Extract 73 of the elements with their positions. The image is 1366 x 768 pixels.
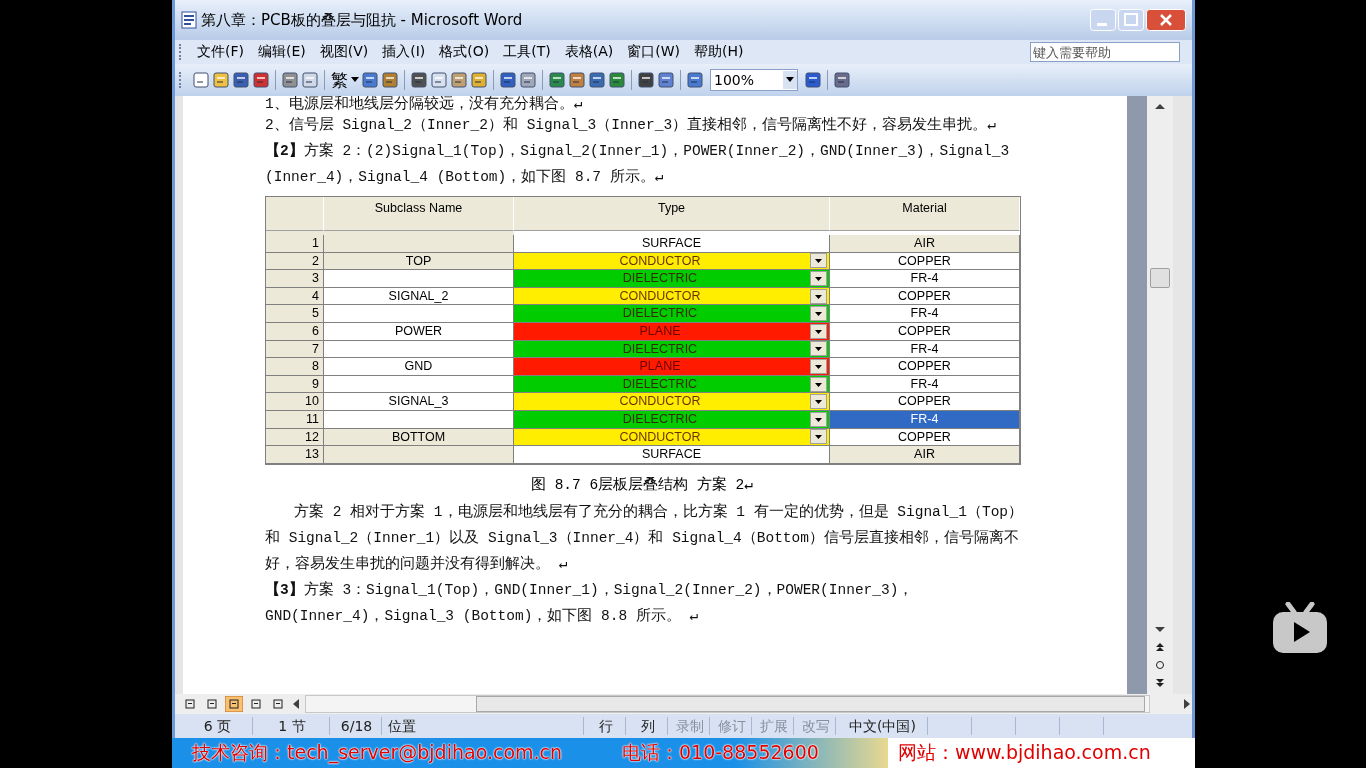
menu-item[interactable]: 表格(A) (557, 43, 621, 61)
material-cell[interactable]: AIR (830, 235, 1020, 253)
menu-item[interactable]: 文件(F) (190, 43, 251, 61)
status-field: 改写 (796, 717, 836, 735)
banner-text: 技术咨询：tech_server@bjdihao.com.cn (191, 740, 564, 766)
menu-item[interactable]: 编辑(E) (251, 43, 313, 61)
scroll-right-icon[interactable] (1182, 698, 1192, 710)
word-document-icon (181, 11, 197, 29)
type-cell[interactable]: DIELECTRIC (514, 270, 830, 288)
status-field: 1 节 (255, 717, 330, 735)
material-cell[interactable]: FR-4 (830, 270, 1020, 288)
type-cell[interactable]: CONDUCTOR (514, 393, 830, 411)
play-button[interactable] (1272, 602, 1328, 654)
row-number: 10 (266, 393, 324, 411)
column-header: Material (830, 197, 1020, 231)
material-cell[interactable]: AIR (830, 446, 1020, 464)
menu-item[interactable]: 插入(I) (375, 43, 433, 61)
scroll-down-icon[interactable] (1154, 626, 1166, 634)
previous-page-icon[interactable] (1155, 642, 1165, 652)
material-cell[interactable]: COPPER (830, 393, 1020, 411)
paragraph: 【2】方案 2：(2)Signal_1(Top)，Signal_2(Inner_1)，POWER(Inner_2)，GND(Inner_3)，Signal_3 (Inner_4)，Signal_4 (Bottom)，如下图 8.7 所示。↵ (265, 141, 1011, 187)
status-field: 行 (586, 717, 626, 735)
paragraph: 1、电源层和地线层分隔较远，没有充分耦合。↵ (265, 96, 584, 112)
figure-caption: 图 8.7 6层板层叠结构 方案 2↵ (529, 475, 754, 495)
header-cell (266, 197, 324, 231)
type-cell: SURFACE (514, 235, 830, 253)
subclass-cell: GND (324, 358, 514, 376)
row-number: 5 (266, 305, 324, 323)
menu-item[interactable]: 格式(O) (432, 43, 497, 61)
scroll-up-icon[interactable] (1154, 102, 1166, 110)
next-page-icon[interactable] (1155, 678, 1165, 688)
status-field: 列 (628, 717, 668, 735)
traditional-chinese-button[interactable]: 繁 (330, 68, 349, 92)
paragraph: 2、信号层 Signal_2（Inner_2）和 Signal_3（Inner_3）直接相邻，信号隔离性不好，容易发生串扰。↵ (265, 115, 997, 135)
window-title: 第八章：PCB板的叠层与阻抗 - Microsoft Word (201, 10, 523, 30)
menu-item[interactable]: 工具(T) (496, 43, 558, 61)
paragraph: 【3】方案 3：Signal_1(Top)，GND(Inner_1)，Signal_2(Inner_2)，POWER(Inner_3)，GND(Inner_4)，Signal_3 (Bottom)，如下图 8.8 所示。 ↵ (265, 580, 915, 626)
paragraph: 方案 2 相对于方案 1，电源层和地线层有了充分的耦合，比方案 1 有一定的优势，但是 Signal_1（Top）和 Signal_2（Inner_1）以及 Signal_3（Inner_4）和 Signal_4（Bottom）信号层直接相邻，信号隔离不好，容易发生串扰的问题并没有得到解决。 ↵ (265, 502, 1025, 574)
menu-item[interactable]: 帮助(H) (687, 43, 751, 61)
status-field: 录制 (670, 717, 710, 735)
status-field: 6/18 (332, 717, 382, 735)
row-number: 3 (266, 270, 324, 288)
menu-item[interactable]: 视图(V) (312, 43, 376, 61)
status-field: 中文(中国) (838, 717, 928, 735)
banner-text: 网站：www.bjdihao.com.cn (897, 740, 1151, 765)
banner-text: 电话：010-88552600 (622, 740, 820, 765)
zoom-dropdown[interactable]: 100% (710, 69, 798, 91)
caret-icon (786, 77, 794, 83)
type-cell[interactable]: DIELECTRIC (514, 305, 830, 323)
subclass-cell: SIGNAL_3 (324, 393, 514, 411)
status-field: 扩展 (754, 717, 794, 735)
browse-object-icon[interactable] (1155, 660, 1165, 670)
column-header: Subclass Name (324, 197, 514, 231)
status-field: 修订 (712, 717, 752, 735)
column-header: Type (514, 197, 830, 231)
status-field: 6 页 (183, 717, 253, 735)
horizontal-scrollbar[interactable] (305, 695, 1150, 713)
row-number: 8 (266, 358, 324, 376)
help-search-field[interactable]: 键入需要帮助 (1030, 42, 1180, 62)
material-cell[interactable]: COPPER (830, 358, 1020, 376)
close-icon[interactable] (1146, 9, 1186, 31)
type-cell: SURFACE (514, 446, 830, 464)
scroll-left-icon[interactable] (291, 698, 301, 710)
scroll-thumb[interactable] (1150, 268, 1170, 288)
row-number: 13 (266, 446, 324, 464)
row-number: 1 (266, 235, 324, 253)
view-mode-icon[interactable] (225, 696, 243, 712)
caret-icon[interactable] (351, 77, 359, 83)
scroll-thumb[interactable] (476, 696, 1145, 712)
menu-item[interactable]: 窗口(W) (620, 43, 688, 61)
material-cell[interactable]: FR-4 (830, 305, 1020, 323)
vertical-scrollbar[interactable] (1147, 96, 1173, 694)
status-field: 位置 (384, 717, 584, 735)
